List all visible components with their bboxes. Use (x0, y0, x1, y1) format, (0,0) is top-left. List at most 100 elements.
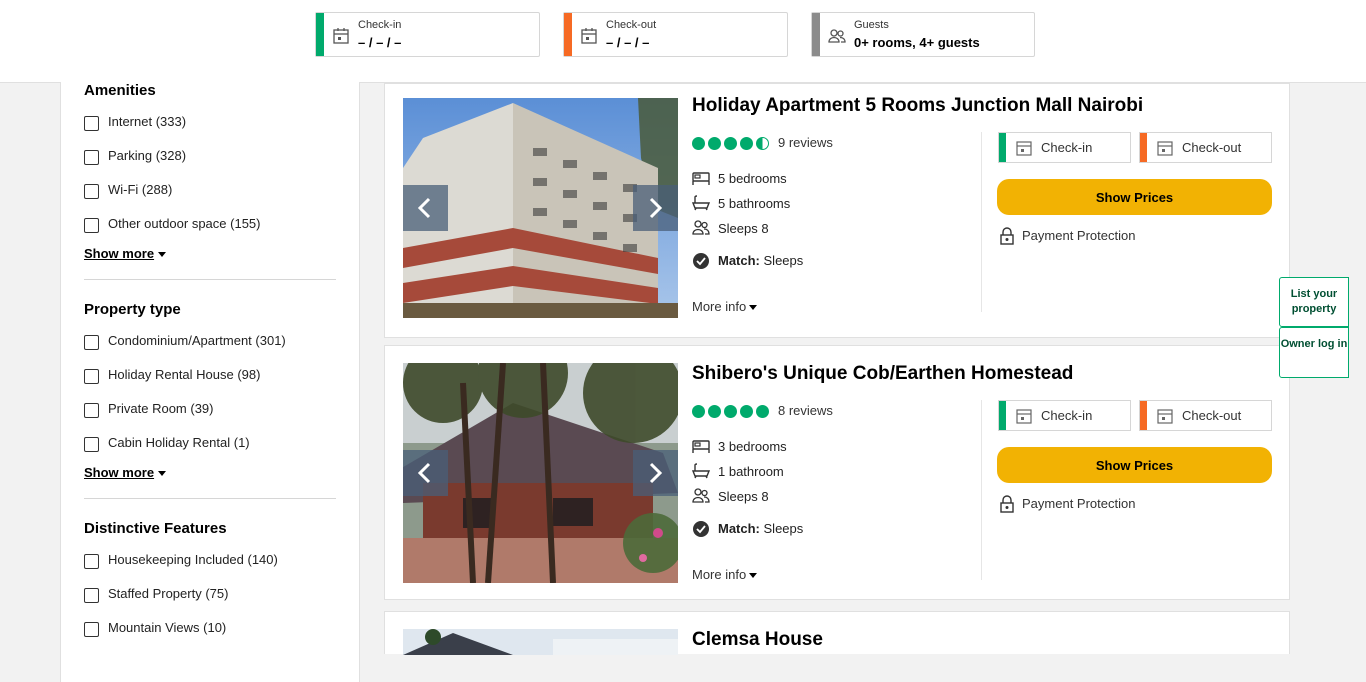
listing-photo[interactable] (403, 363, 678, 583)
checkbox[interactable] (84, 150, 99, 165)
more-info-link[interactable]: More info (692, 567, 758, 582)
bed-icon (692, 172, 710, 185)
checkin-label: Check-in (1041, 140, 1093, 155)
checkbox[interactable] (84, 588, 99, 603)
listing-checkout[interactable]: Check-out (1139, 132, 1272, 163)
filter-label: Wi-Fi (288) (108, 182, 173, 197)
filter-label: Staffed Property (75) (108, 586, 229, 601)
more-info-label: More info (692, 567, 747, 582)
match-value: Sleeps (763, 253, 804, 268)
check-circle-icon (693, 521, 709, 537)
listing-title[interactable]: Shibero's Unique Cob/Earthen Homestead (692, 363, 1073, 385)
next-photo-button[interactable] (633, 450, 678, 496)
checkbox[interactable] (84, 218, 99, 233)
review-count[interactable]: 9 reviews (778, 135, 833, 150)
owner-login-button[interactable]: Owner log in (1279, 327, 1349, 378)
list-your-property-button[interactable]: List your property (1279, 277, 1349, 327)
guests-value: 0+ rooms, 4+ guests (854, 35, 980, 50)
rating-bubble (724, 137, 737, 150)
listing-card[interactable]: Shibero's Unique Cob/Earthen Homestead 8… (384, 345, 1290, 600)
divider (981, 132, 982, 312)
divider (981, 400, 982, 580)
checkbox[interactable] (84, 437, 99, 452)
listing-checkin[interactable]: Check-in (998, 400, 1131, 431)
filters-sidebar: Amenities Internet (333) Parking (328) W… (60, 82, 360, 682)
caret-down-icon (749, 573, 758, 579)
rating-bubble (740, 137, 753, 150)
rating-bubble (692, 137, 705, 150)
caret-down-icon (158, 471, 167, 477)
listing-card[interactable]: Clemsa House (384, 611, 1290, 655)
checkout-label: Check-out (606, 19, 657, 31)
show-prices-button[interactable]: Show Prices (997, 447, 1272, 483)
show-prices-button[interactable]: Show Prices (997, 179, 1272, 215)
checkout-stripe (1140, 133, 1147, 162)
checkbox[interactable] (84, 622, 99, 637)
calendar-icon (1157, 409, 1173, 424)
checkin-stripe (999, 133, 1006, 162)
more-info-link[interactable]: More info (692, 299, 758, 314)
filter-label: Cabin Holiday Rental (1) (108, 435, 250, 450)
checkout-value: – / – / – (606, 35, 650, 50)
guests-stripe (812, 13, 820, 56)
listing-photo[interactable] (403, 629, 678, 655)
caret-down-icon (749, 305, 758, 311)
prev-photo-button[interactable] (403, 450, 448, 496)
rating-bubble (708, 137, 721, 150)
listing-checkout[interactable]: Check-out (1139, 400, 1272, 431)
bathrooms-text: 5 bathrooms (718, 196, 791, 211)
features-title: Distinctive Features (84, 520, 227, 537)
amenities-show-more[interactable]: Show more (84, 246, 167, 261)
protection-text: Payment Protection (1022, 228, 1136, 243)
bathtub-icon (692, 463, 710, 479)
bedrooms-text: 3 bedrooms (718, 439, 787, 454)
calendar-icon (1016, 409, 1032, 424)
checkin-label: Check-in (358, 19, 402, 31)
lock-icon (1000, 495, 1014, 513)
calendar-icon (1157, 141, 1173, 156)
rating-bubble (724, 405, 737, 418)
rating-bubble (756, 405, 769, 418)
match-label: Match: (718, 253, 760, 268)
listing-photo[interactable] (403, 98, 678, 318)
chevron-left-icon (417, 462, 431, 484)
checkbox[interactable] (84, 116, 99, 131)
checkout-field[interactable]: Check-out – / – / – (563, 12, 788, 57)
filter-label: Parking (328) (108, 148, 187, 163)
filter-label: Holiday Rental House (98) (108, 367, 261, 382)
checkbox[interactable] (84, 184, 99, 199)
listing-checkin[interactable]: Check-in (998, 132, 1131, 163)
more-info-label: More info (692, 299, 747, 314)
listing-title[interactable]: Holiday Apartment 5 Rooms Junction Mall … (692, 95, 1143, 117)
people-icon (692, 488, 710, 503)
checkbox[interactable] (84, 369, 99, 384)
calendar-icon (1016, 141, 1032, 156)
review-count[interactable]: 8 reviews (778, 403, 833, 418)
checkbox[interactable] (84, 403, 99, 418)
checkbox[interactable] (84, 554, 99, 569)
caret-down-icon (158, 252, 167, 258)
rating-bubble (740, 405, 753, 418)
listing-card[interactable]: Holiday Apartment 5 Rooms Junction Mall … (384, 83, 1290, 338)
property-type-show-more[interactable]: Show more (84, 465, 167, 480)
guests-field[interactable]: Guests 0+ rooms, 4+ guests (811, 12, 1035, 57)
listing-title[interactable]: Clemsa House (692, 629, 823, 651)
checkbox[interactable] (84, 335, 99, 350)
divider (84, 279, 336, 280)
checkin-field[interactable]: Check-in – / – / – (315, 12, 540, 57)
checkin-stripe (999, 401, 1006, 430)
next-photo-button[interactable] (633, 185, 678, 231)
sleeps-text: Sleeps 8 (718, 489, 769, 504)
match-value: Sleeps (763, 521, 804, 536)
filter-label: Mountain Views (10) (108, 620, 227, 635)
property-type-title: Property type (84, 301, 181, 318)
search-bar: Check-in – / – / – Check-out – / – / – G… (0, 0, 1366, 83)
filter-label: Other outdoor space (155) (108, 216, 261, 231)
chevron-left-icon (417, 197, 431, 219)
prev-photo-button[interactable] (403, 185, 448, 231)
bed-icon (692, 440, 710, 453)
checkin-label: Check-in (1041, 408, 1093, 423)
checkout-stripe (564, 13, 572, 56)
people-icon (692, 220, 710, 235)
checkin-stripe (316, 13, 324, 56)
